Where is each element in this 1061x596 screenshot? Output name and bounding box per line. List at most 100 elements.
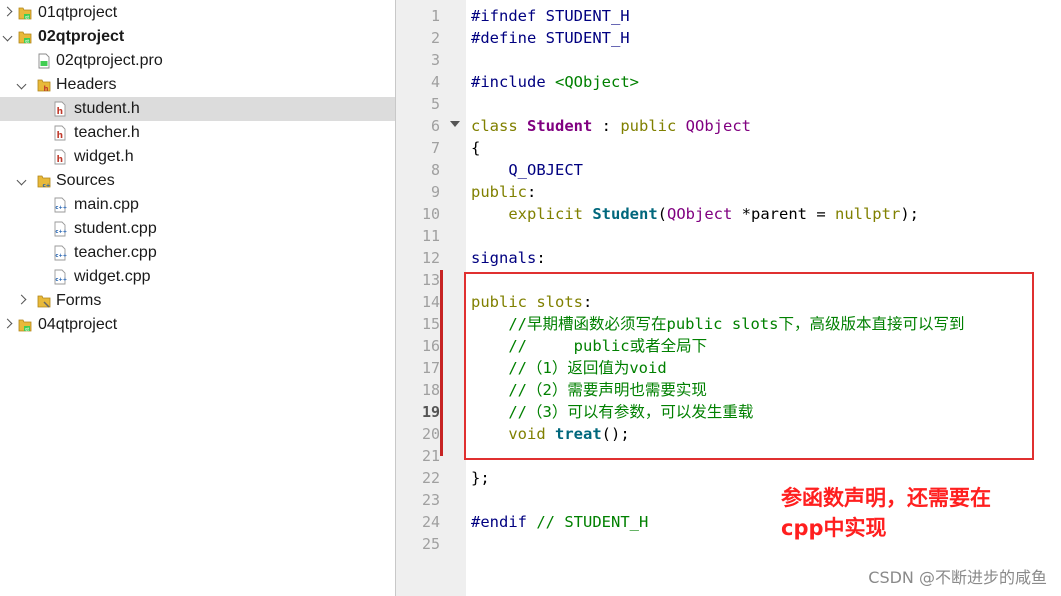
code-token: #ifndef STUDENT_H (471, 7, 630, 25)
code-token: Q_OBJECT (508, 161, 583, 179)
svg-text:qt: qt (25, 14, 30, 19)
code-line[interactable]: class Student : public QObject (471, 115, 751, 137)
code-token: signals (471, 249, 537, 267)
code-line[interactable]: #include <QObject> (471, 71, 639, 93)
chevron-down-icon[interactable] (3, 34, 13, 44)
svg-text:h: h (44, 85, 49, 93)
tree-item-label: Headers (56, 76, 117, 93)
header-file-icon: h (53, 149, 67, 165)
tree-item-01qtproject[interactable]: qt 01qtproject (0, 1, 395, 25)
cpp-file-icon: c++ (53, 221, 67, 237)
code-token: QObject (685, 117, 751, 135)
header-file-icon: h (53, 125, 67, 141)
tree-item-label: Forms (56, 292, 102, 309)
code-token: : (592, 117, 621, 135)
tree-item-label: 02qtproject (38, 28, 125, 45)
chevron-right-icon[interactable] (17, 295, 27, 305)
tree-item-02qtproject[interactable]: qt 02qtproject (0, 25, 395, 49)
change-marker-bar (440, 270, 443, 456)
qt-project-folder-icon: qt (18, 29, 32, 45)
code-line[interactable]: { (471, 137, 480, 159)
line-number: 17 (421, 359, 440, 377)
tree-item-label: student.cpp (74, 220, 157, 237)
code-line[interactable]: #ifndef STUDENT_H (471, 5, 630, 27)
code-token: nullptr (834, 205, 901, 223)
code-token: public (620, 117, 686, 135)
line-number: 5 (430, 95, 440, 113)
line-number: 7 (430, 139, 440, 157)
line-number: 16 (421, 337, 440, 355)
tree-item-02qtproject-pro[interactable]: 02qtproject.pro (0, 49, 395, 73)
line-number: 3 (430, 51, 440, 69)
tree-item-label: teacher.cpp (74, 244, 157, 261)
line-number: 24 (421, 513, 440, 531)
svg-text:c++: c++ (55, 253, 67, 259)
tree-item-04qtproject[interactable]: qt 04qtproject (0, 313, 395, 337)
svg-text:qt: qt (25, 38, 30, 43)
tree-item-headers[interactable]: h Headers (0, 73, 395, 97)
annotation-line-2: cpp中实现 (781, 516, 887, 540)
line-number: 6 (430, 117, 440, 135)
code-token: explicit (508, 205, 593, 223)
chevron-down-icon[interactable] (17, 82, 27, 92)
line-number: 15 (421, 315, 440, 333)
chevron-down-icon[interactable] (17, 178, 27, 188)
code-line[interactable]: #define STUDENT_H (471, 27, 630, 49)
line-number: 13 (421, 271, 440, 289)
chevron-right-icon[interactable] (3, 7, 13, 17)
fold-marker-icon[interactable] (450, 121, 460, 127)
code-token: : (527, 183, 537, 201)
headers-folder-icon: h (37, 77, 51, 93)
tree-item-widget-h[interactable]: h widget.h (0, 145, 395, 169)
annotation-line-1: 参函数声明，还需要在 (781, 486, 991, 510)
svg-text:c++: c++ (55, 277, 67, 283)
tree-item-label: widget.h (74, 148, 134, 165)
tree-item-widget-cpp[interactable]: c++ widget.cpp (0, 265, 395, 289)
code-line[interactable]: }; (471, 467, 490, 489)
code-token: *parent = (732, 205, 835, 223)
line-number: 8 (430, 161, 440, 179)
line-number: 20 (421, 425, 440, 443)
line-number: 10 (421, 205, 440, 223)
tree-item-forms[interactable]: Forms (0, 289, 395, 313)
tree-item-label: 04qtproject (38, 316, 118, 333)
tree-item-teacher-h[interactable]: h teacher.h (0, 121, 395, 145)
tree-item-sources[interactable]: c++ Sources (0, 169, 395, 193)
code-line[interactable]: explicit Student(QObject *parent = nullp… (471, 203, 919, 225)
code-line[interactable]: public: (471, 181, 536, 203)
highlight-box (464, 272, 1034, 460)
cpp-file-icon: c++ (53, 245, 67, 261)
code-token: Student (592, 205, 658, 223)
code-line[interactable]: #endif // STUDENT_H (471, 511, 648, 533)
sources-folder-icon: c++ (37, 173, 55, 189)
svg-text:h: h (57, 155, 63, 165)
tree-item-label: 02qtproject.pro (56, 52, 163, 69)
tree-item-label: widget.cpp (74, 268, 151, 285)
tree-item-label: 01qtproject (38, 4, 118, 21)
tree-item-teacher-cpp[interactable]: c++ teacher.cpp (0, 241, 395, 265)
code-line[interactable]: signals: (471, 247, 546, 269)
svg-text:c++: c++ (55, 229, 67, 235)
code-token: // STUDENT_H (536, 513, 649, 531)
code-token: ); (900, 205, 919, 223)
tree-item-student-cpp[interactable]: c++ student.cpp (0, 217, 395, 241)
tree-item-student-h[interactable]: h student.h (0, 97, 395, 121)
code-token: : (536, 249, 546, 267)
tree-item-label: student.h (74, 100, 140, 117)
code-token: #include (471, 73, 555, 91)
chevron-right-icon[interactable] (3, 319, 13, 329)
tree-item-main-cpp[interactable]: c++ main.cpp (0, 193, 395, 217)
code-token: #endif (471, 513, 537, 531)
svg-text:h: h (57, 107, 63, 117)
watermark: CSDN @不断进步的咸鱼 (868, 568, 1047, 587)
code-line[interactable]: Q_OBJECT (471, 159, 583, 181)
code-token: class (471, 117, 527, 135)
line-number: 14 (421, 293, 440, 311)
line-number: 4 (430, 73, 440, 91)
header-file-icon: h (53, 101, 67, 117)
line-number: 21 (421, 447, 440, 465)
tree-item-label: teacher.h (74, 124, 140, 141)
line-number: 23 (421, 491, 440, 509)
